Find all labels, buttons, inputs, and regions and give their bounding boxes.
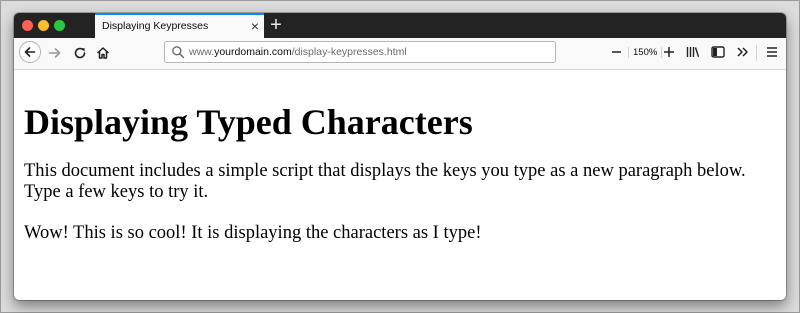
library-icon[interactable] (684, 43, 702, 61)
navigation-toolbar: www.yourdomain.com/display-keypresses.ht… (14, 38, 786, 70)
overflow-chevrons-icon[interactable] (734, 43, 752, 61)
tab-close-icon[interactable]: × (251, 18, 259, 34)
address-bar[interactable]: www.yourdomain.com/display-keypresses.ht… (164, 41, 556, 63)
forward-button[interactable] (44, 42, 66, 64)
new-tab-icon[interactable]: + (268, 14, 284, 36)
back-arrow-icon (24, 47, 36, 57)
home-icon (96, 47, 110, 59)
reload-button[interactable] (69, 42, 91, 64)
minimize-window-button[interactable] (38, 20, 49, 31)
sidebar-icon[interactable] (709, 43, 727, 61)
hamburger-menu-icon[interactable] (763, 43, 781, 61)
home-button[interactable] (92, 42, 114, 64)
close-window-button[interactable] (22, 20, 33, 31)
tab-title: Displaying Keypresses (102, 20, 209, 32)
browser-window: Displaying Keypresses × + www.yourdomain… (14, 13, 786, 300)
url-path: /display-keypresses.html (291, 46, 407, 58)
tab-displaying-keypresses[interactable]: Displaying Keypresses × (95, 13, 264, 38)
zoom-window-button[interactable] (54, 20, 65, 31)
zoom-level[interactable]: 150% (628, 47, 663, 58)
reload-icon (74, 47, 86, 59)
title-bar: Displaying Keypresses × + (14, 13, 786, 38)
intro-paragraph: This document includes a simple script t… (24, 161, 746, 202)
page-heading: Displaying Typed Characters (24, 102, 473, 142)
toolbar-divider (756, 45, 757, 61)
zoom-out-icon[interactable] (607, 42, 627, 62)
url-prefix: www. (189, 46, 215, 58)
zoom-in-icon[interactable] (659, 42, 679, 62)
back-button[interactable] (19, 41, 41, 63)
url-text[interactable]: www.yourdomain.com/display-keypresses.ht… (189, 46, 407, 58)
page-content: Displaying Typed Characters This documen… (14, 70, 786, 300)
url-domain: yourdomain.com (214, 46, 292, 58)
forward-arrow-icon (48, 48, 61, 58)
screenshot-frame: Displaying Keypresses × + www.yourdomain… (0, 0, 800, 313)
search-icon (172, 46, 185, 59)
typed-output-paragraph: Wow! This is so cool! It is displaying t… (24, 223, 482, 243)
